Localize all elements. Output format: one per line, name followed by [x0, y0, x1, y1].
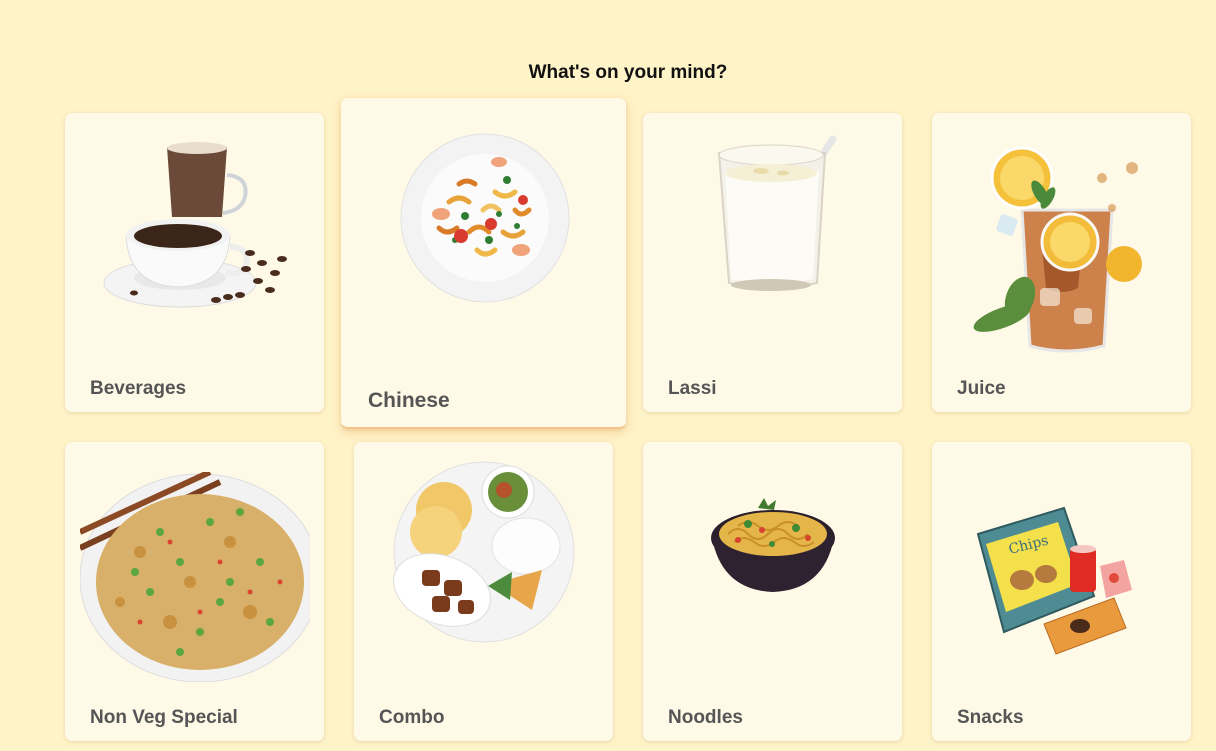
- section-heading: What's on your mind?: [528, 62, 728, 83]
- category-label: Combo: [379, 707, 445, 728]
- combo-thali-image: [393, 461, 575, 643]
- category-label: Beverages: [90, 378, 187, 399]
- coffee-cups-image: [103, 142, 287, 308]
- category-label: Chinese: [368, 389, 450, 412]
- category-card-non-veg-special[interactable]: Non Veg Special: [65, 442, 324, 741]
- category-label: Non Veg Special: [90, 707, 238, 728]
- category-label: Noodles: [668, 707, 743, 728]
- category-card-lassi[interactable]: Lassi: [643, 113, 902, 412]
- category-card-beverages[interactable]: Beverages: [65, 113, 324, 412]
- category-card-noodles[interactable]: Noodles: [643, 442, 902, 741]
- category-label: Lassi: [668, 378, 717, 399]
- category-label: Snacks: [957, 707, 1024, 728]
- category-label: Juice: [957, 378, 1006, 399]
- lassi-glass-image: [717, 135, 837, 291]
- noodle-bowl-image: [711, 498, 835, 592]
- category-card-snacks[interactable]: Chips Snacks: [932, 442, 1191, 741]
- category-card-combo[interactable]: Combo: [354, 442, 613, 741]
- chips-snacks-image: Chips: [976, 506, 1132, 655]
- iced-tea-juice-image: [973, 146, 1142, 353]
- fried-rice-image: [80, 472, 310, 682]
- category-card-juice[interactable]: Juice: [932, 113, 1191, 412]
- pasta-plate-image: [400, 133, 570, 303]
- category-card-chinese[interactable]: Chinese: [341, 98, 626, 429]
